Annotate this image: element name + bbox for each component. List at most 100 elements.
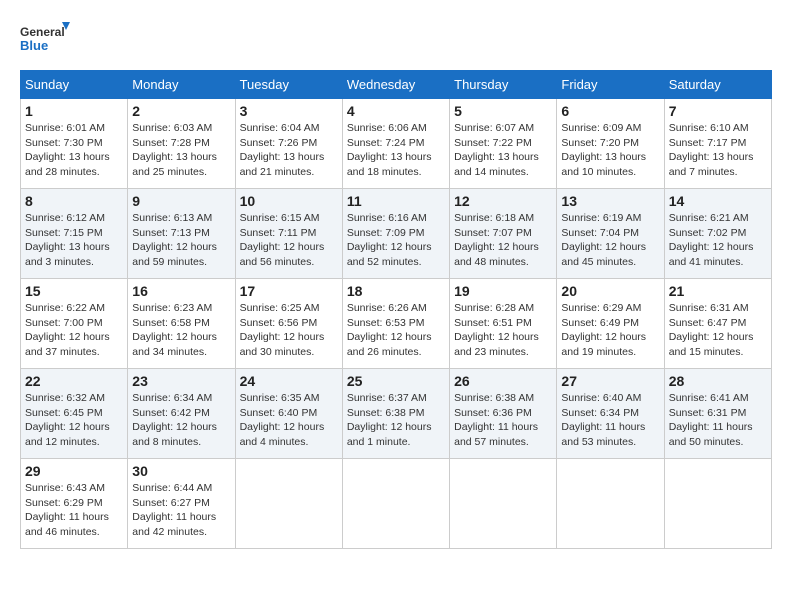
day-number: 2 [132,103,230,119]
cell-info: Sunrise: 6:40 AMSunset: 6:34 PMDaylight:… [561,391,659,450]
cell-info: Sunrise: 6:21 AMSunset: 7:02 PMDaylight:… [669,211,767,270]
cell-info: Sunrise: 6:44 AMSunset: 6:27 PMDaylight:… [132,481,230,540]
cell-info: Sunrise: 6:29 AMSunset: 6:49 PMDaylight:… [561,301,659,360]
day-number: 18 [347,283,445,299]
day-number: 5 [454,103,552,119]
day-number: 30 [132,463,230,479]
svg-text:Blue: Blue [20,38,48,53]
header-tuesday: Tuesday [235,71,342,99]
calendar-cell: 28 Sunrise: 6:41 AMSunset: 6:31 PMDayligh… [664,369,771,459]
cell-info: Sunrise: 6:35 AMSunset: 6:40 PMDaylight:… [240,391,338,450]
calendar-cell [664,459,771,549]
day-number: 7 [669,103,767,119]
day-number: 24 [240,373,338,389]
cell-info: Sunrise: 6:41 AMSunset: 6:31 PMDaylight:… [669,391,767,450]
cell-info: Sunrise: 6:09 AMSunset: 7:20 PMDaylight:… [561,121,659,180]
day-number: 13 [561,193,659,209]
calendar-table: SundayMondayTuesdayWednesdayThursdayFrid… [20,70,772,549]
day-number: 15 [25,283,123,299]
week-row-1: 1 Sunrise: 6:01 AMSunset: 7:30 PMDaylight… [21,99,772,189]
day-number: 1 [25,103,123,119]
day-number: 28 [669,373,767,389]
header-wednesday: Wednesday [342,71,449,99]
calendar-cell: 10 Sunrise: 6:15 AMSunset: 7:11 PMDayligh… [235,189,342,279]
cell-info: Sunrise: 6:31 AMSunset: 6:47 PMDaylight:… [669,301,767,360]
day-number: 3 [240,103,338,119]
header-thursday: Thursday [450,71,557,99]
calendar-cell: 21 Sunrise: 6:31 AMSunset: 6:47 PMDayligh… [664,279,771,369]
calendar-cell: 30 Sunrise: 6:44 AMSunset: 6:27 PMDayligh… [128,459,235,549]
header-friday: Friday [557,71,664,99]
calendar-cell: 6 Sunrise: 6:09 AMSunset: 7:20 PMDaylight… [557,99,664,189]
calendar-cell: 17 Sunrise: 6:25 AMSunset: 6:56 PMDayligh… [235,279,342,369]
cell-info: Sunrise: 6:03 AMSunset: 7:28 PMDaylight:… [132,121,230,180]
header-sunday: Sunday [21,71,128,99]
cell-info: Sunrise: 6:43 AMSunset: 6:29 PMDaylight:… [25,481,123,540]
day-number: 12 [454,193,552,209]
calendar-cell: 2 Sunrise: 6:03 AMSunset: 7:28 PMDaylight… [128,99,235,189]
cell-info: Sunrise: 6:16 AMSunset: 7:09 PMDaylight:… [347,211,445,270]
calendar-cell [557,459,664,549]
calendar-cell: 24 Sunrise: 6:35 AMSunset: 6:40 PMDayligh… [235,369,342,459]
calendar-cell [450,459,557,549]
cell-info: Sunrise: 6:28 AMSunset: 6:51 PMDaylight:… [454,301,552,360]
day-number: 26 [454,373,552,389]
logo-svg: General Blue [20,20,70,60]
cell-info: Sunrise: 6:26 AMSunset: 6:53 PMDaylight:… [347,301,445,360]
calendar-cell: 19 Sunrise: 6:28 AMSunset: 6:51 PMDayligh… [450,279,557,369]
week-row-2: 8 Sunrise: 6:12 AMSunset: 7:15 PMDaylight… [21,189,772,279]
calendar-cell: 29 Sunrise: 6:43 AMSunset: 6:29 PMDayligh… [21,459,128,549]
day-number: 11 [347,193,445,209]
cell-info: Sunrise: 6:34 AMSunset: 6:42 PMDaylight:… [132,391,230,450]
cell-info: Sunrise: 6:07 AMSunset: 7:22 PMDaylight:… [454,121,552,180]
day-number: 10 [240,193,338,209]
day-number: 25 [347,373,445,389]
cell-info: Sunrise: 6:01 AMSunset: 7:30 PMDaylight:… [25,121,123,180]
cell-info: Sunrise: 6:13 AMSunset: 7:13 PMDaylight:… [132,211,230,270]
page-header: General Blue [20,20,772,60]
header-row: SundayMondayTuesdayWednesdayThursdayFrid… [21,71,772,99]
calendar-cell: 11 Sunrise: 6:16 AMSunset: 7:09 PMDayligh… [342,189,449,279]
logo: General Blue [20,20,70,60]
calendar-cell: 20 Sunrise: 6:29 AMSunset: 6:49 PMDayligh… [557,279,664,369]
cell-info: Sunrise: 6:37 AMSunset: 6:38 PMDaylight:… [347,391,445,450]
calendar-cell: 15Sunrise: 6:22 AMSunset: 7:00 PMDayligh… [21,279,128,369]
day-number: 4 [347,103,445,119]
calendar-cell: 25 Sunrise: 6:37 AMSunset: 6:38 PMDayligh… [342,369,449,459]
svg-text:General: General [20,25,65,39]
day-number: 8 [25,193,123,209]
calendar-cell: 22Sunrise: 6:32 AMSunset: 6:45 PMDayligh… [21,369,128,459]
day-number: 29 [25,463,123,479]
calendar-cell: 27Sunrise: 6:40 AMSunset: 6:34 PMDayligh… [557,369,664,459]
day-number: 21 [669,283,767,299]
calendar-cell: 4 Sunrise: 6:06 AMSunset: 7:24 PMDaylight… [342,99,449,189]
header-saturday: Saturday [664,71,771,99]
day-number: 16 [132,283,230,299]
calendar-cell: 16 Sunrise: 6:23 AMSunset: 6:58 PMDayligh… [128,279,235,369]
cell-info: Sunrise: 6:23 AMSunset: 6:58 PMDaylight:… [132,301,230,360]
calendar-cell: 3 Sunrise: 6:04 AMSunset: 7:26 PMDaylight… [235,99,342,189]
cell-info: Sunrise: 6:12 AMSunset: 7:15 PMDaylight:… [25,211,123,270]
cell-info: Sunrise: 6:06 AMSunset: 7:24 PMDaylight:… [347,121,445,180]
day-number: 6 [561,103,659,119]
day-number: 19 [454,283,552,299]
day-number: 23 [132,373,230,389]
day-number: 9 [132,193,230,209]
calendar-cell [342,459,449,549]
week-row-5: 29 Sunrise: 6:43 AMSunset: 6:29 PMDayligh… [21,459,772,549]
day-number: 20 [561,283,659,299]
day-number: 17 [240,283,338,299]
cell-info: Sunrise: 6:18 AMSunset: 7:07 PMDaylight:… [454,211,552,270]
calendar-cell: 26Sunrise: 6:38 AMSunset: 6:36 PMDayligh… [450,369,557,459]
cell-info: Sunrise: 6:04 AMSunset: 7:26 PMDaylight:… [240,121,338,180]
calendar-cell: 7Sunrise: 6:10 AMSunset: 7:17 PMDaylight… [664,99,771,189]
calendar-cell: 9 Sunrise: 6:13 AMSunset: 7:13 PMDaylight… [128,189,235,279]
day-number: 14 [669,193,767,209]
cell-info: Sunrise: 6:15 AMSunset: 7:11 PMDaylight:… [240,211,338,270]
calendar-cell: 13 Sunrise: 6:19 AMSunset: 7:04 PMDayligh… [557,189,664,279]
calendar-cell: 1 Sunrise: 6:01 AMSunset: 7:30 PMDaylight… [21,99,128,189]
day-number: 22 [25,373,123,389]
cell-info: Sunrise: 6:25 AMSunset: 6:56 PMDaylight:… [240,301,338,360]
calendar-cell: 5 Sunrise: 6:07 AMSunset: 7:22 PMDaylight… [450,99,557,189]
cell-info: Sunrise: 6:19 AMSunset: 7:04 PMDaylight:… [561,211,659,270]
